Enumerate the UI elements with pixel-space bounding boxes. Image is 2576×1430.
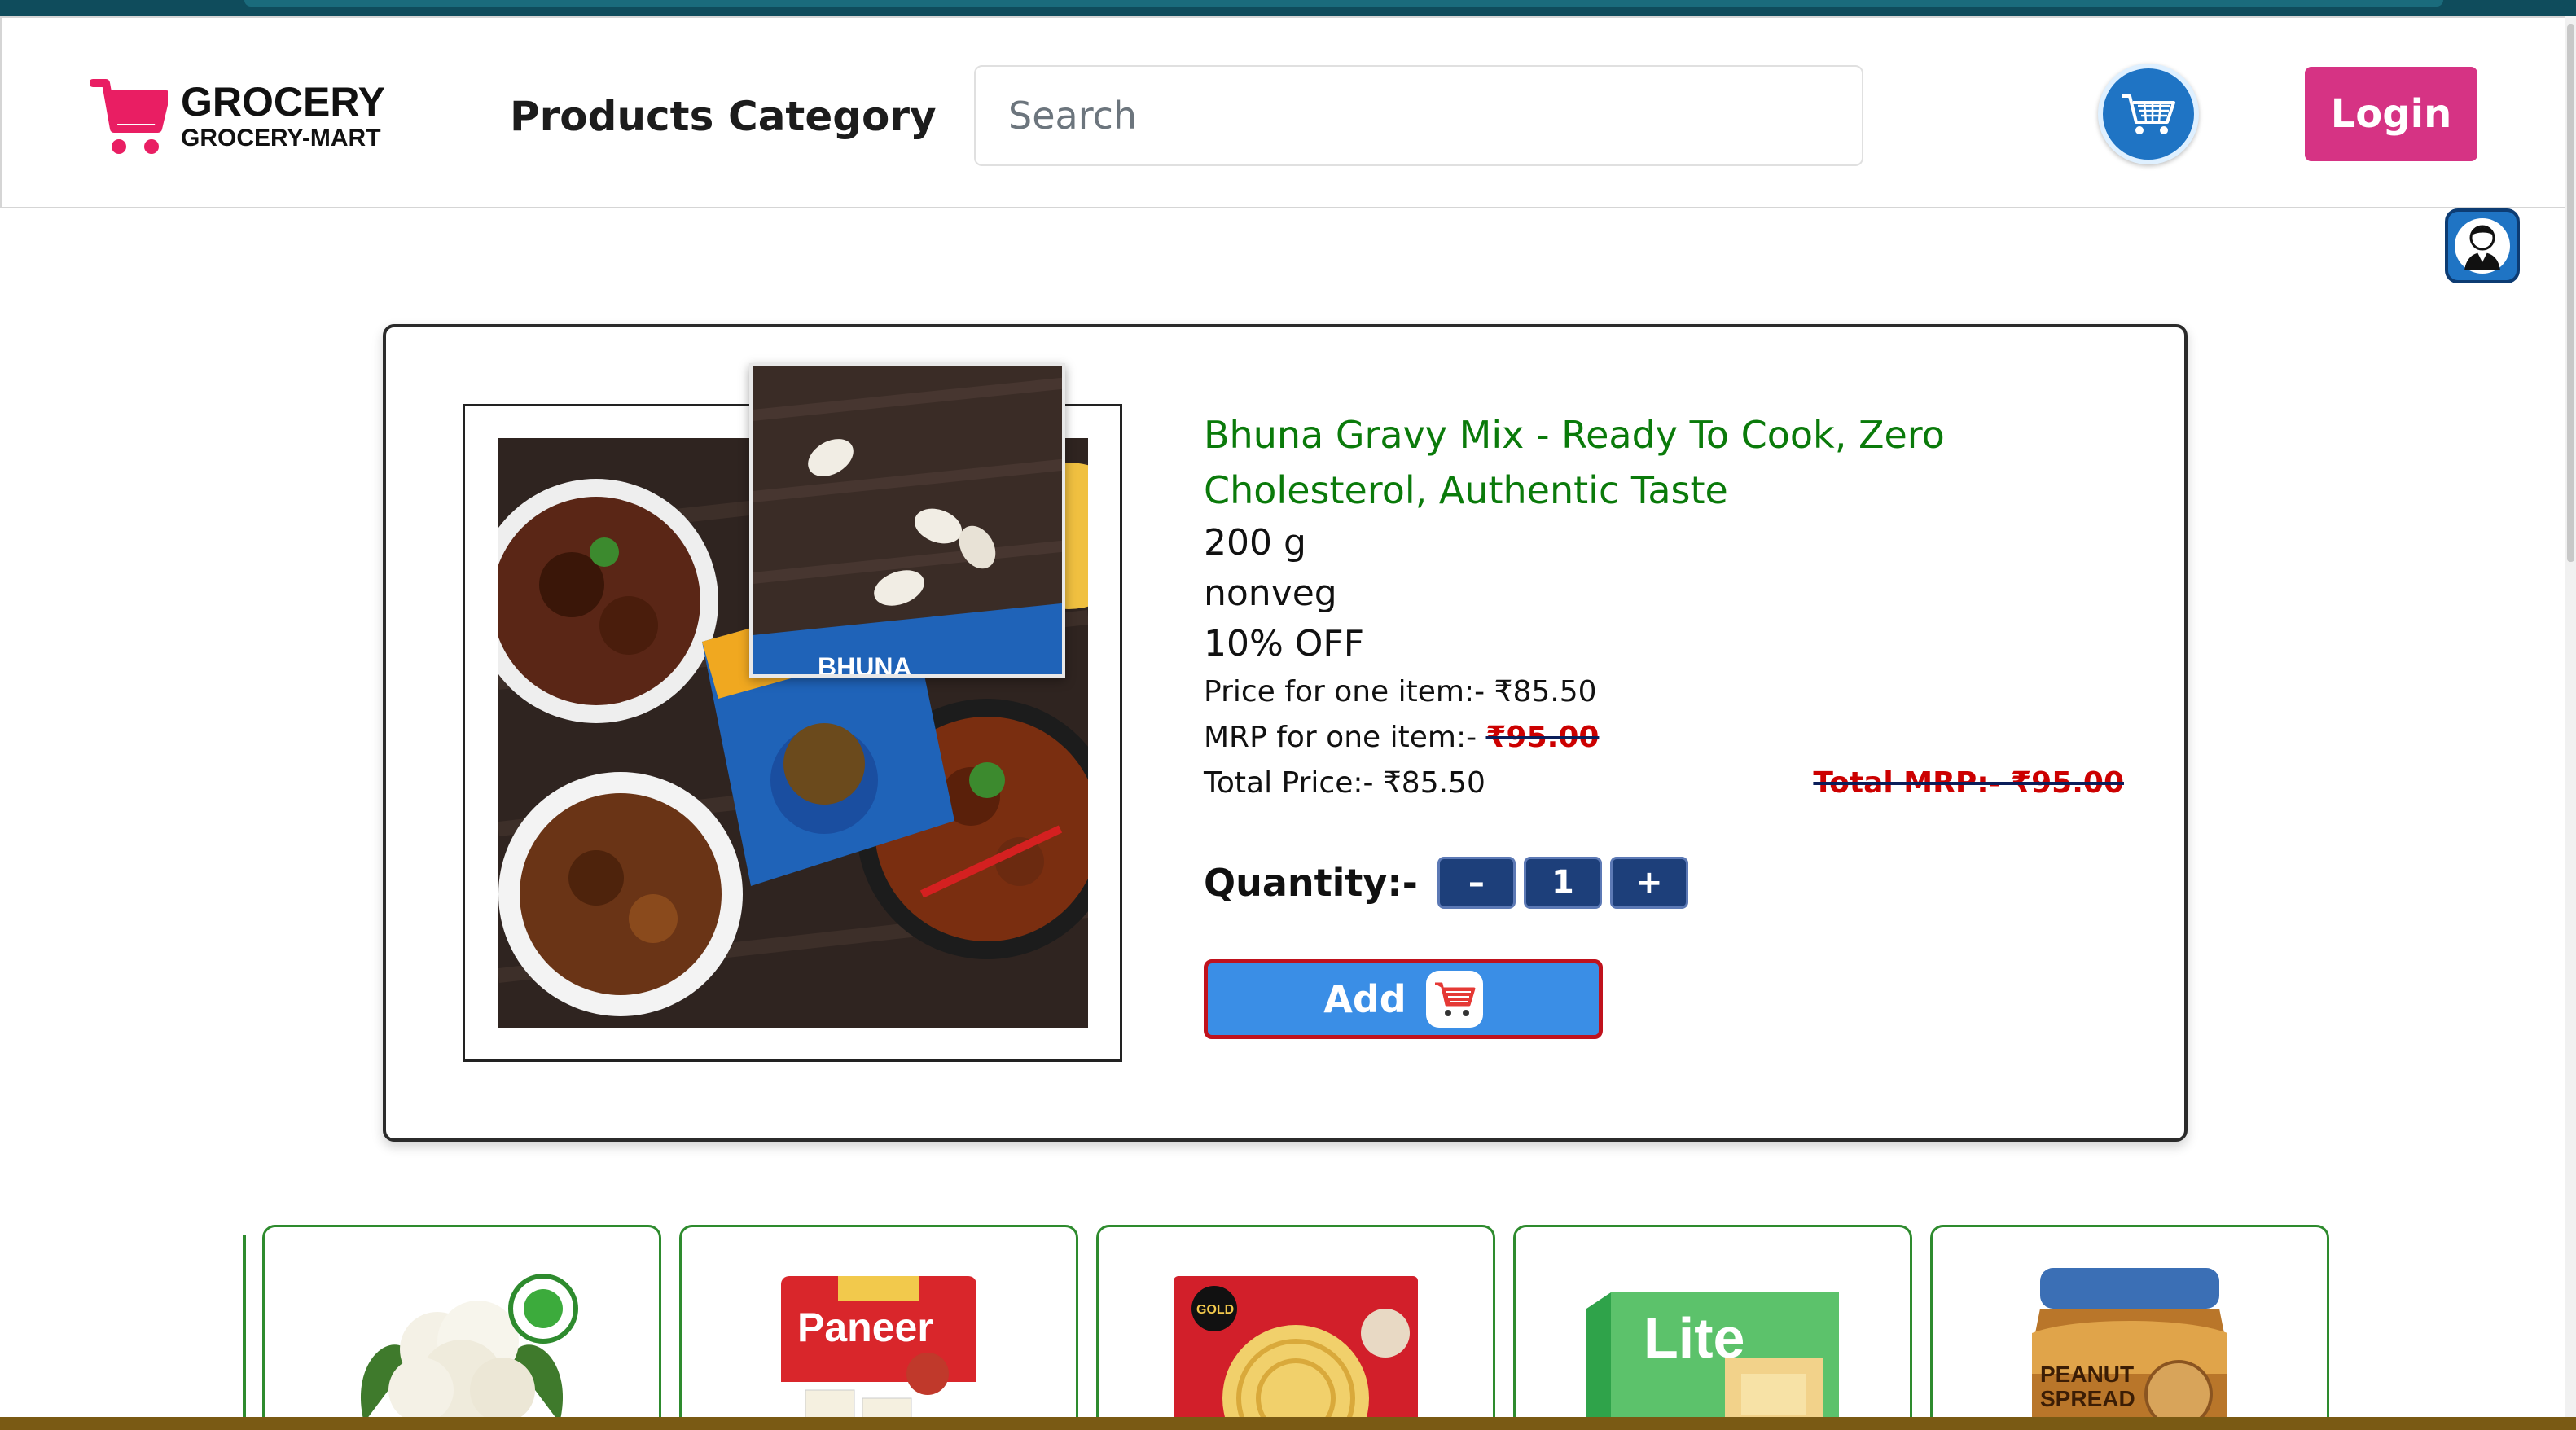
product-weight: 200 g xyxy=(1204,522,1306,564)
cart-logo-icon xyxy=(90,79,168,154)
bottom-strip xyxy=(0,1417,2576,1430)
product-info: Bhuna Gravy Mix - Ready To Cook, Zero Ch… xyxy=(1204,407,2124,806)
quantity-stepper: Quantity:- – 1 + xyxy=(1204,857,1696,909)
totals-row: Total Price:- ₹85.50 Total MRP:- ₹95.00 xyxy=(1204,761,2124,806)
search-input[interactable] xyxy=(974,65,1863,166)
product-type: nonveg xyxy=(1204,572,1337,614)
svg-text:SPREAD: SPREAD xyxy=(2040,1386,2135,1411)
product-name: Bhuna Gravy Mix - Ready To Cook, Zero Ch… xyxy=(1204,413,1945,512)
image-zoom-lens: BHUNA xyxy=(749,363,1065,678)
related-products-carousel: Paneer GOLD Lite PEANUT SPREAD xyxy=(0,1218,2576,1430)
brand-subtitle: GROCERY-MART xyxy=(181,125,381,151)
unit-price-value: ₹85.50 xyxy=(1494,675,1597,708)
related-product-card[interactable]: Paneer xyxy=(679,1225,1078,1430)
paratha-pack-icon: GOLD xyxy=(1174,1276,1418,1430)
total-mrp: Total MRP:- ₹95.00 xyxy=(1813,766,2124,800)
decrease-quantity-button[interactable]: – xyxy=(1437,857,1516,909)
related-product-card[interactable]: PEANUT SPREAD xyxy=(1930,1225,2329,1430)
navbar: GROCERY GROCERY-MART Products Category L… xyxy=(0,16,2576,208)
cart-button[interactable] xyxy=(2098,64,2199,164)
zoom-preview-icon: BHUNA xyxy=(753,366,1062,678)
cart-icon xyxy=(2122,94,2175,134)
unit-price: Price for one item:- ₹85.50 xyxy=(1204,675,1597,708)
add-button-label: Add xyxy=(1323,977,1406,1021)
cauliflower-icon xyxy=(360,1274,578,1424)
unit-mrp-value: ₹95.00 xyxy=(1485,721,1600,754)
related-product-card[interactable]: Lite xyxy=(1513,1225,1912,1430)
related-product-card[interactable]: GOLD xyxy=(1096,1225,1495,1430)
quantity-label: Quantity:- xyxy=(1204,861,1418,905)
page-scrollbar[interactable] xyxy=(2565,16,2576,1417)
total-price: Total Price:- ₹85.50 xyxy=(1204,766,1485,800)
login-button[interactable]: Login xyxy=(2305,67,2477,161)
user-icon xyxy=(2455,218,2510,274)
svg-text:PEANUT: PEANUT xyxy=(2040,1362,2134,1387)
peanut-spread-icon: PEANUT SPREAD xyxy=(2032,1268,2227,1430)
scrollbar-thumb[interactable] xyxy=(2567,24,2574,562)
brand-title: GROCERY xyxy=(181,79,385,125)
user-avatar[interactable] xyxy=(2445,208,2520,283)
quantity-value: 1 xyxy=(1523,857,1602,909)
brand-logo[interactable]: GROCERY GROCERY-MART xyxy=(90,72,385,161)
lite-spread-icon: Lite xyxy=(1586,1292,1839,1430)
related-product-card[interactable] xyxy=(262,1225,661,1430)
nav-products-link[interactable]: Products xyxy=(510,93,713,140)
svg-text:BHUNA: BHUNA xyxy=(818,652,912,678)
top-strip xyxy=(0,0,2576,16)
add-cart-icon xyxy=(1425,971,1483,1028)
unit-mrp: MRP for one item:- ₹95.00 xyxy=(1204,721,1600,754)
svg-text:GOLD: GOLD xyxy=(1196,1303,1234,1317)
increase-quantity-button[interactable]: + xyxy=(1609,857,1688,909)
paneer-pack-icon: Paneer xyxy=(781,1276,976,1430)
svg-text:Paneer: Paneer xyxy=(797,1305,933,1350)
nav-category-link[interactable]: Category xyxy=(728,93,937,140)
add-to-cart-button[interactable]: Add xyxy=(1204,959,1603,1039)
product-discount: 10% OFF xyxy=(1204,623,1365,665)
